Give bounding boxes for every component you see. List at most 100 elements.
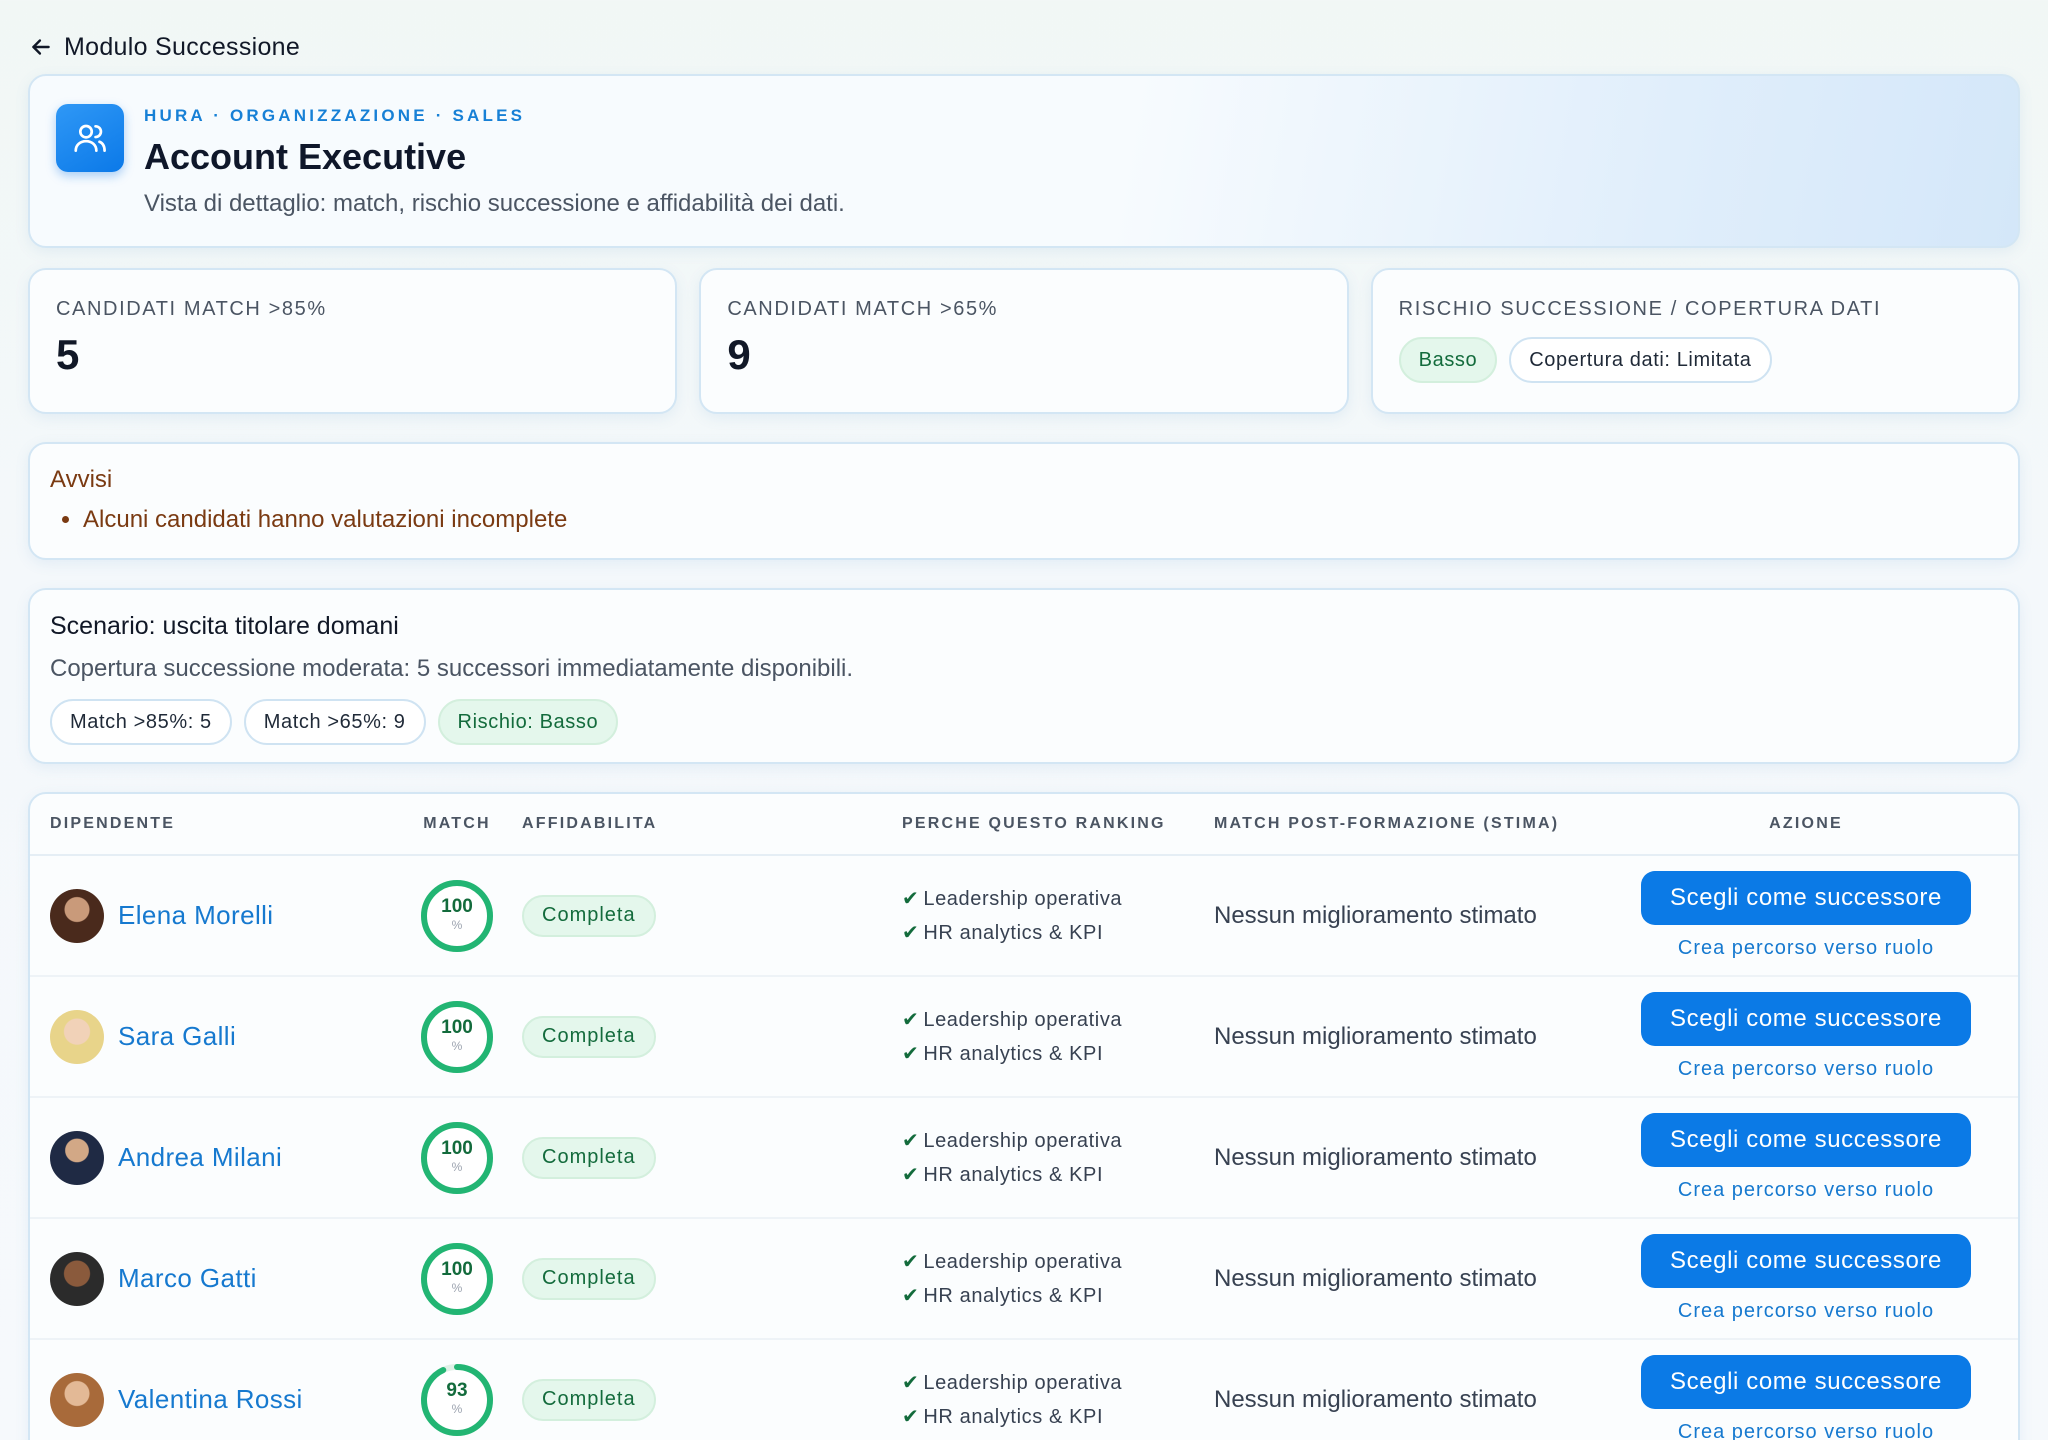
match-unit: % — [451, 1280, 463, 1295]
stat-label: RISCHIO SUCCESSIONE / COPERTURA DATI — [1398, 298, 1882, 320]
reason-item: ✔ HR analytics & KPI — [902, 1163, 1104, 1186]
reason-item: ✔ HR analytics & KPI — [902, 921, 1104, 944]
choose-successor-button[interactable]: Scegli come successore — [1641, 992, 1971, 1046]
candidates-table: DIPENDENTE MATCH AFFIDABILITA PERCHE QUE… — [28, 792, 2020, 1440]
check-icon: ✔ — [902, 1008, 920, 1031]
reason-item: ✔ Leadership operativa — [902, 1371, 1123, 1394]
match-value: 100 — [441, 1258, 473, 1280]
scenario-pill-match65: Match >65%: 9 — [243, 699, 426, 745]
match-value: 100 — [441, 895, 473, 917]
reliability-badge: Completa — [522, 1136, 656, 1179]
table-row: Elena Morelli 100 % Completa ✔ Leadership… — [30, 856, 2018, 977]
avatar — [50, 888, 104, 943]
scenario-text: Copertura successione moderata: 5 succes… — [50, 655, 854, 682]
match-ring: 100 % — [417, 997, 497, 1077]
match-value: 93 — [446, 1379, 468, 1401]
reason-item: ✔ Leadership operativa — [902, 1008, 1123, 1031]
ranking-reasons: ✔ Leadership operativa ✔ HR analytics & KP… — [902, 1245, 1214, 1313]
table-header: DIPENDENTE MATCH AFFIDABILITA PERCHE QUE… — [30, 794, 2018, 856]
reliability-badge: Completa — [522, 894, 656, 937]
back-link[interactable]: Modulo Successione — [28, 28, 2020, 66]
check-icon: ✔ — [902, 1250, 920, 1273]
check-icon: ✔ — [902, 1371, 920, 1394]
col-header-post-training: MATCH POST-FORMAZIONE (STIMA) — [1214, 815, 1560, 832]
create-path-link[interactable]: Crea percorso verso ruolo — [1678, 937, 1934, 960]
choose-successor-button[interactable]: Scegli come successore — [1641, 871, 1971, 925]
choose-successor-button[interactable]: Scegli come successore — [1641, 1234, 1971, 1288]
col-header-employee: DIPENDENTE — [50, 815, 176, 832]
match-ring: 100 % — [417, 1239, 497, 1319]
reason-item: ✔ Leadership operativa — [902, 1129, 1123, 1152]
choose-successor-button[interactable]: Scegli come successore — [1641, 1355, 1971, 1409]
match-value: 100 — [441, 1016, 473, 1038]
page-subtitle: Vista di dettaglio: match, rischio succe… — [144, 190, 845, 217]
employee-name-link[interactable]: Andrea Milani — [118, 1142, 282, 1173]
back-link-label: Modulo Successione — [64, 32, 301, 61]
scenario-panel: Scenario: uscita titolare domani Copertu… — [28, 588, 2020, 764]
match-unit: % — [451, 1038, 463, 1053]
table-row: Sara Galli 100 % Completa ✔ Leadership op… — [30, 977, 2018, 1098]
create-path-link[interactable]: Crea percorso verso ruolo — [1678, 1179, 1934, 1202]
avatar — [50, 1251, 104, 1306]
match-unit: % — [451, 1159, 463, 1174]
ranking-reasons: ✔ Leadership operativa ✔ HR analytics & KP… — [902, 1003, 1214, 1071]
arrow-left-icon — [32, 39, 50, 55]
page: Modulo Successione HURA · ORGANIZZAZIONE… — [28, 28, 2020, 1440]
scenario-pill-match85: Match >85%: 5 — [50, 699, 232, 745]
employee-name-link[interactable]: Valentina Rossi — [118, 1384, 303, 1415]
create-path-link[interactable]: Crea percorso verso ruolo — [1678, 1421, 1934, 1440]
stat-value: 5 — [56, 331, 80, 378]
create-path-link[interactable]: Crea percorso verso ruolo — [1678, 1300, 1934, 1323]
stat-label: CANDIDATI MATCH >85% — [56, 298, 327, 320]
ranking-reasons: ✔ Leadership operativa ✔ HR analytics & KP… — [902, 882, 1214, 950]
check-icon: ✔ — [902, 1163, 920, 1186]
stat-card-risk: RISCHIO SUCCESSIONE / COPERTURA DATI Bas… — [1370, 268, 2020, 414]
match-unit: % — [451, 917, 463, 932]
scenario-title: Scenario: uscita titolare domani — [50, 612, 399, 640]
reliability-badge: Completa — [522, 1015, 656, 1058]
scenario-pill-risk: Rischio: Basso — [437, 699, 619, 745]
table-row: Marco Gatti 100 % Completa ✔ Leadership o… — [30, 1219, 2018, 1340]
match-ring: 93 % — [417, 1360, 497, 1440]
match-ring: 100 % — [417, 876, 497, 956]
reliability-badge: Completa — [522, 1257, 656, 1300]
risk-badge: Basso — [1398, 337, 1498, 383]
match-value: 100 — [441, 1137, 473, 1159]
create-path-link[interactable]: Crea percorso verso ruolo — [1678, 1058, 1934, 1081]
employee-name-link[interactable]: Elena Morelli — [118, 900, 274, 931]
coverage-badge: Copertura dati: Limitata — [1509, 337, 1772, 383]
ranking-reasons: ✔ Leadership operativa ✔ HR analytics & KP… — [902, 1366, 1214, 1434]
role-header-card: HURA · ORGANIZZAZIONE · SALES Account Ex… — [28, 74, 2020, 248]
col-header-ranking-reason: PERCHE QUESTO RANKING — [902, 815, 1166, 832]
col-header-reliability: AFFIDABILITA — [522, 815, 658, 832]
post-training-estimate: Nessun miglioramento stimato — [1214, 1385, 1537, 1413]
users-icon — [56, 104, 124, 172]
match-unit: % — [451, 1401, 463, 1416]
stat-label: CANDIDATI MATCH >65% — [727, 298, 999, 320]
post-training-estimate: Nessun miglioramento stimato — [1214, 1264, 1537, 1292]
reason-item: ✔ Leadership operativa — [902, 887, 1123, 910]
check-icon: ✔ — [902, 921, 920, 944]
ranking-reasons: ✔ Leadership operativa ✔ HR analytics & KP… — [902, 1124, 1214, 1192]
avatar — [50, 1130, 104, 1185]
check-icon: ✔ — [902, 1129, 920, 1152]
employee-name-link[interactable]: Marco Gatti — [118, 1263, 257, 1294]
alerts-list: Alcuni candidati hanno valutazioni incom… — [50, 506, 1998, 534]
choose-successor-button[interactable]: Scegli come successore — [1641, 1113, 1971, 1167]
check-icon: ✔ — [902, 887, 920, 910]
stat-value: 9 — [727, 331, 751, 378]
stat-card-match65: CANDIDATI MATCH >65% 9 — [699, 268, 1349, 414]
stats-row: CANDIDATI MATCH >85% 5 CANDIDATI MATCH >… — [28, 268, 2020, 414]
alert-item: Alcuni candidati hanno valutazioni incom… — [83, 506, 1998, 534]
stat-card-match85: CANDIDATI MATCH >85% 5 — [28, 268, 678, 414]
page-title: Account Executive — [144, 136, 467, 177]
post-training-estimate: Nessun miglioramento stimato — [1214, 1022, 1537, 1050]
employee-name-link[interactable]: Sara Galli — [118, 1021, 236, 1052]
avatar — [50, 1009, 104, 1064]
alerts-title: Avvisi — [50, 466, 113, 493]
reason-item: ✔ HR analytics & KPI — [902, 1042, 1104, 1065]
post-training-estimate: Nessun miglioramento stimato — [1214, 901, 1537, 929]
match-ring: 100 % — [417, 1118, 497, 1198]
reason-item: ✔ HR analytics & KPI — [902, 1284, 1104, 1307]
check-icon: ✔ — [902, 1405, 920, 1428]
